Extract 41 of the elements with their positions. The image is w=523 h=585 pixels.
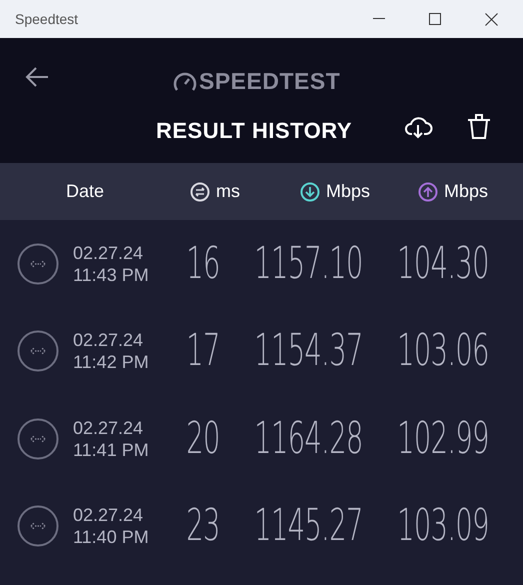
download-value: 1154.37 bbox=[254, 324, 362, 378]
date-text: 02.27.24 bbox=[73, 416, 144, 439]
ping-value: 20 bbox=[186, 412, 220, 466]
time-text: 11:40 PM bbox=[73, 526, 150, 548]
logo-text: SPEEDTEST bbox=[199, 67, 340, 96]
ping-value: 16 bbox=[186, 236, 220, 291]
upload-icon bbox=[418, 182, 438, 202]
upload-value: 103.09 bbox=[397, 499, 489, 554]
download-value: 1145.27 bbox=[254, 499, 362, 554]
date-text: 02.27.24 bbox=[73, 504, 144, 526]
close-icon[interactable] bbox=[485, 12, 498, 26]
cloud-download-icon[interactable] bbox=[405, 115, 433, 139]
page-title: RESULT HISTORY bbox=[156, 117, 352, 145]
connection-icon bbox=[17, 330, 59, 372]
column-header: Mbps bbox=[326, 180, 370, 203]
column-header: Date bbox=[66, 180, 104, 203]
time-text: 11:43 PM bbox=[73, 264, 150, 286]
connection-icon bbox=[17, 242, 59, 285]
ping-value: 23 bbox=[186, 499, 220, 554]
minimize-icon[interactable] bbox=[373, 18, 385, 20]
upload-value: 102.99 bbox=[397, 412, 489, 466]
window-title: Speedtest bbox=[15, 10, 78, 29]
column-header: Mbps bbox=[444, 180, 488, 203]
ping-icon bbox=[190, 182, 210, 202]
trash-icon[interactable] bbox=[467, 113, 491, 139]
time-text: 11:41 PM bbox=[73, 438, 150, 461]
upload-value: 104.30 bbox=[397, 236, 489, 291]
date-text: 02.27.24 bbox=[73, 329, 144, 352]
date-text: 02.27.24 bbox=[73, 242, 144, 264]
upload-value: 103.06 bbox=[397, 324, 489, 378]
ping-value: 17 bbox=[186, 324, 220, 378]
time-text: 11:42 PM bbox=[73, 351, 150, 374]
download-value: 1164.28 bbox=[254, 412, 362, 466]
column-header: ms bbox=[216, 180, 240, 203]
connection-icon bbox=[17, 418, 59, 460]
connection-icon bbox=[17, 505, 59, 548]
back-arrow-icon[interactable] bbox=[25, 66, 49, 88]
maximize-icon[interactable] bbox=[429, 13, 441, 25]
gauge-icon bbox=[173, 70, 197, 92]
download-icon bbox=[300, 182, 320, 202]
download-value: 1157.10 bbox=[254, 236, 362, 291]
